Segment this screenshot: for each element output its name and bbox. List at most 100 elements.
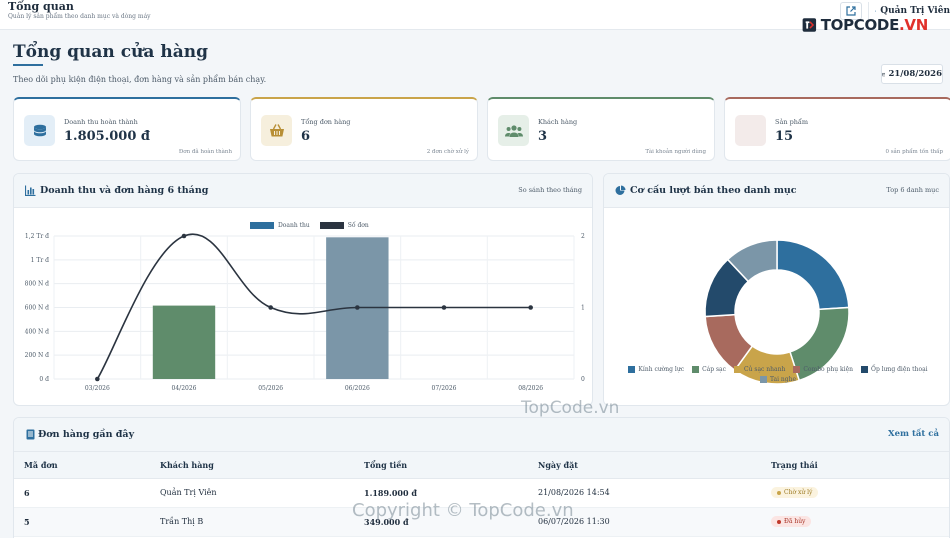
status-dot [777, 519, 781, 524]
title-underline [13, 64, 43, 66]
view-all-link[interactable]: Xem tất cả [888, 429, 939, 439]
coins-icon [33, 124, 46, 136]
y-tick-label: 0 đ [39, 376, 49, 383]
x-tick-label: 07/2026 [432, 385, 457, 392]
col-header[interactable]: Mã đơn [14, 452, 150, 479]
stat-card-revenue: Doanh thu hoàn thành 1.805.000 đ Đơn đã … [13, 97, 241, 161]
donut-legend: Kính cường lực Cáp sạc Củ sạc nhanh Combo p… [618, 366, 938, 383]
legend-label: Cáp sạc [702, 366, 726, 373]
legend-label: Ốp lưng điện thoại [871, 366, 928, 373]
logo-text-main: TOPCODE [820, 16, 900, 34]
legend-item[interactable]: Combo phụ kiện [793, 366, 853, 373]
stat-label: Khách hàng [538, 118, 578, 126]
donut-slice [776, 239, 850, 311]
y-tick-label: 800 N đ [25, 281, 50, 288]
x-tick-label: 04/2026 [172, 385, 197, 392]
revenue-combo-chart: 0 đ 200 N đ 400 N đ 600 N đ 800 N đ 1 Tr đ 1,2… [25, 233, 585, 392]
recent-orders-panel: Đơn hàng gần đây Xem tất cả Mã đơn Khách… [13, 417, 950, 538]
order-total: 1.189.000 đ [354, 478, 528, 508]
orders-table: Mã đơn Khách hàng Tổng tiền Ngày đặt Trạ… [14, 452, 949, 537]
stat-note: 0 sản phẩm tồn thấp [885, 149, 943, 155]
stat-label: Doanh thu hoàn thành [64, 118, 138, 126]
y-tick-label: 1,2 Tr đ [25, 233, 49, 240]
stat-label: Sản phẩm [775, 118, 809, 126]
stat-card-products: Sản phẩm 15 0 sản phẩm tồn thấp [724, 97, 950, 161]
page-header: Tổng quan cửa hàng Theo dõi phụ kiện điệ… [13, 40, 943, 90]
table-row[interactable]: 6 Quản Trị Viên 1.189.000 đ 21/08/2026 1… [14, 478, 949, 508]
line-point [528, 305, 533, 310]
stat-icon-box [261, 115, 292, 146]
panel-header: Đơn hàng gần đây Xem tất cả [14, 418, 949, 452]
order-status-cell: Chờ xử lý [761, 478, 949, 508]
date-value: 21/08/2026 [888, 69, 942, 79]
order-customer: Quản Trị Viên [150, 478, 354, 508]
calendar-icon [882, 72, 886, 76]
stat-value: 6 [301, 129, 311, 144]
legend-item[interactable]: Củ sạc nhanh [734, 366, 785, 373]
order-status-cell: Đã hủy [761, 507, 949, 537]
stat-value: 15 [775, 129, 794, 144]
legend-label: Kính cường lực [638, 366, 685, 373]
legend-swatch [861, 366, 869, 373]
pie-chart-icon [615, 185, 626, 195]
panel-title: Đơn hàng gần đây [38, 429, 135, 440]
legend-swatch [734, 366, 741, 373]
box-icon [735, 115, 766, 146]
stat-card-customers: Khách hàng 3 Tài khoản người dùng [487, 97, 715, 161]
basket-icon [269, 123, 284, 136]
stat-note: Đơn đã hoàn thành [178, 149, 232, 155]
line-point [441, 305, 447, 310]
stat-note: 2 đơn chờ xử lý [426, 149, 469, 155]
x-tick-label: 06/2026 [345, 385, 370, 392]
line-point [268, 305, 273, 310]
stat-icon-box [24, 115, 55, 146]
line-point [181, 233, 187, 239]
page-description: Theo dõi phụ kiện điện thoại, đơn hàng v… [13, 75, 267, 84]
status-dot [777, 490, 781, 495]
x-tick-label: 03/2026 [85, 385, 110, 392]
stat-note: Tài khoản người dùng [645, 149, 706, 155]
col-header[interactable]: Trạng thái [761, 452, 949, 479]
legend-swatch [628, 366, 636, 373]
stat-value: 1.805.000 đ [64, 129, 150, 144]
line-point [355, 305, 360, 310]
legend-item[interactable]: Cáp sạc [692, 366, 726, 373]
x-tick-label: 08/2026 [518, 385, 543, 392]
panel-header: Cơ cấu lượt bán theo danh mục Top 6 danh… [604, 174, 949, 208]
table-header-row: Mã đơn Khách hàng Tổng tiền Ngày đặt Trạ… [14, 452, 949, 479]
stat-icon-box [498, 115, 529, 146]
x-tick-label: 05/2026 [258, 385, 283, 392]
users-icon [504, 124, 523, 137]
col-header[interactable]: Khách hàng [150, 452, 354, 479]
category-donut-panel: Cơ cấu lượt bán theo danh mục Top 6 danh… [603, 173, 950, 406]
col-header[interactable]: Tổng tiền [354, 452, 528, 479]
topcode-logo: TOPCODE.VN [802, 11, 928, 39]
y2-tick-label: 1 [581, 305, 585, 312]
y2-tick-label: 2 [581, 233, 585, 240]
legend-item[interactable]: Tai nghe [759, 376, 797, 383]
revenue-chart-panel: Doanh thu và đơn hàng 6 tháng So sánh th… [13, 173, 593, 406]
col-header[interactable]: Ngày đặt [528, 452, 761, 479]
logo-text-accent: .VN [899, 16, 928, 34]
bar [152, 305, 216, 379]
order-date: 21/08/2026 14:54 [528, 478, 761, 508]
topbar-subtitle: Quản lý sản phẩm theo danh mục và dòng m… [8, 13, 151, 20]
table-row[interactable]: 5 Trần Thị B 349.000 đ 06/07/2026 11:30 … [14, 507, 949, 537]
order-id: 6 [14, 478, 150, 508]
stat-label: Tổng đơn hàng [301, 118, 351, 126]
page-title: Tổng quan cửa hàng [13, 42, 208, 62]
logo-text: TOPCODE.VN [820, 16, 929, 34]
status-text: Đã hủy [784, 518, 806, 525]
stat-card-orders: Tổng đơn hàng 6 2 đơn chờ xử lý [250, 97, 478, 161]
line-point [95, 376, 100, 382]
legend-swatch [692, 366, 700, 373]
legend-label: Tai nghe [769, 376, 797, 383]
legend-label: Củ sạc nhanh [744, 366, 786, 373]
legend-item[interactable]: Kính cường lực [628, 366, 684, 373]
legend-label: Combo phụ kiện [803, 366, 854, 373]
legend-swatch [793, 366, 801, 373]
order-total: 349.000 đ [354, 507, 528, 537]
date-chip[interactable]: 21/08/2026 [881, 64, 943, 84]
order-date: 06/07/2026 11:30 [528, 507, 761, 537]
legend-item[interactable]: Ốp lưng điện thoại [861, 366, 928, 373]
